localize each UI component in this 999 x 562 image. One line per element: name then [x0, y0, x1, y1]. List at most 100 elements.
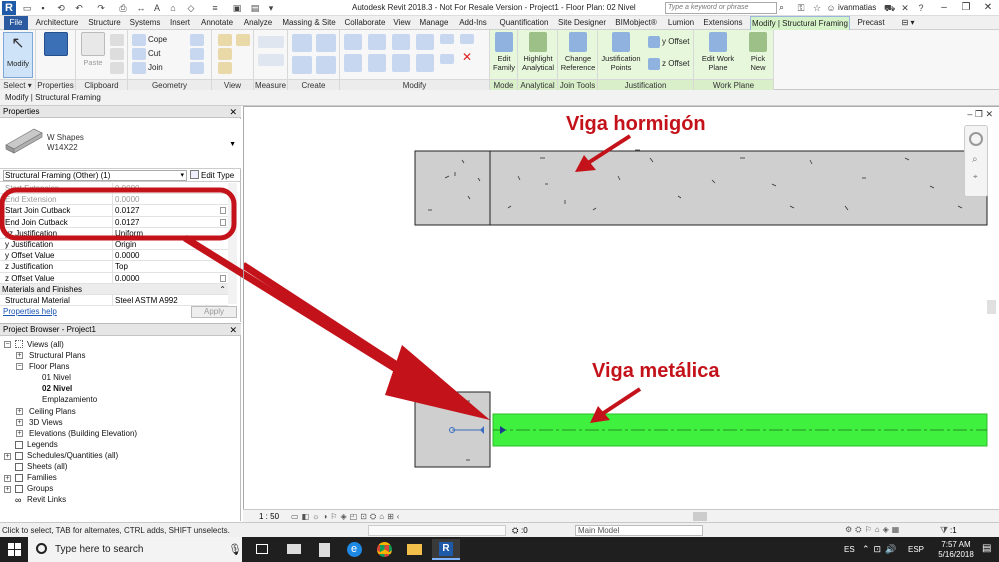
3d-view-icon[interactable]: ⌂ — [168, 3, 178, 13]
system-tray-icons[interactable]: ⌃⊡🔊 — [862, 544, 900, 555]
worksets-icon[interactable]: ⛭ — [512, 526, 518, 536]
open-icon[interactable]: ▭ — [22, 3, 32, 13]
tree-structural-plans[interactable]: Structural Plans — [29, 351, 85, 361]
tab-analyze[interactable]: Analyze — [241, 16, 275, 30]
hide-in-view-icon[interactable] — [218, 34, 232, 46]
tree-ceiling-plans[interactable]: Ceiling Plans — [29, 407, 76, 417]
restore-icon[interactable]: ❐ — [955, 0, 977, 15]
tree-families[interactable]: Families — [27, 473, 57, 483]
mirror-axis-icon[interactable] — [392, 34, 410, 50]
tab-systems[interactable]: Systems — [127, 16, 163, 30]
tab-manage[interactable]: Manage — [417, 16, 451, 30]
tree-elevations[interactable]: Elevations (Building Elevation) — [29, 429, 137, 439]
clock-date[interactable]: 5/16/2018 — [936, 550, 976, 559]
match-type-icon[interactable] — [110, 62, 124, 74]
collapse-icon[interactable]: − — [16, 363, 23, 370]
tab-extensions[interactable]: Extensions — [701, 16, 745, 30]
expand-icon[interactable]: + — [16, 419, 23, 426]
revit-logo-icon[interactable]: R — [2, 1, 16, 15]
horizontal-scroll-thumb[interactable] — [693, 512, 707, 521]
paste-button[interactable]: Paste — [79, 32, 107, 67]
tree-schedules[interactable]: Schedules/Quantities (all) — [27, 451, 118, 461]
properties-button[interactable] — [41, 32, 71, 58]
close-icon[interactable]: ✕ — [229, 106, 237, 118]
design-option-select[interactable]: Main Model — [575, 525, 703, 536]
clock-time[interactable]: 7:57 AM — [940, 540, 972, 549]
tree-legends[interactable]: Legends — [27, 440, 58, 450]
tab-architecture[interactable]: Architecture — [32, 16, 82, 30]
tree-02-nivel[interactable]: 02 Nivel — [42, 384, 72, 394]
close-icon[interactable]: ✕ — [977, 0, 999, 15]
tab-massing-site[interactable]: Massing & Site — [279, 16, 339, 30]
prop-value[interactable]: 0.0000 — [112, 272, 220, 284]
chevron-down-icon[interactable]: ▼ — [229, 141, 236, 148]
view-option-icon[interactable] — [236, 34, 250, 46]
paint-icon[interactable] — [190, 34, 204, 46]
selection-option-icons[interactable]: ⚙⛭⚐⌂◈▦ — [845, 525, 902, 535]
ribbon-toggle-icon[interactable]: ⊟ ▾ — [896, 16, 920, 30]
tag-icon[interactable]: A — [152, 3, 162, 13]
apply-button[interactable]: Apply — [191, 306, 237, 318]
save-icon[interactable]: ▪ — [38, 3, 48, 13]
split-face-icon[interactable] — [190, 48, 204, 60]
revit-app-icon[interactable]: R — [432, 539, 460, 560]
prop-value[interactable]: Top — [112, 261, 220, 273]
join-icon[interactable] — [132, 62, 146, 74]
mirror-draw-icon[interactable] — [416, 34, 434, 50]
tree-01-nivel[interactable]: 01 Nivel — [42, 373, 71, 383]
pick-new-button[interactable]: Pick New — [744, 32, 772, 72]
prop-row-structural-material[interactable]: Structural MaterialSteel ASTM A992▼ — [0, 294, 236, 307]
create-parts-icon[interactable] — [316, 34, 336, 52]
workset-select[interactable] — [368, 525, 506, 536]
tree-groups[interactable]: Groups — [27, 484, 53, 494]
modify-button[interactable]: ↖ Modify — [3, 32, 33, 78]
file-explorer-app-icon[interactable] — [400, 539, 428, 560]
prop-value[interactable]: Steel ASTM A992 — [112, 294, 220, 306]
canvas-scrollbar[interactable] — [987, 300, 996, 314]
delete-icon[interactable]: ✕ — [462, 51, 472, 63]
create-assembly-icon[interactable] — [292, 34, 312, 52]
minimize-icon[interactable]: – — [933, 0, 955, 15]
copy-clipboard-icon[interactable] — [110, 48, 124, 60]
taskbar-search-box[interactable]: Type here to search 🎙 — [28, 537, 242, 562]
cope-icon[interactable] — [132, 34, 146, 46]
tab-bimobject[interactable]: BIMobject® — [611, 16, 661, 30]
windows-start-icon[interactable] — [8, 543, 21, 556]
redo-icon[interactable]: ↷ — [96, 3, 106, 13]
tree-3d-views[interactable]: 3D Views — [29, 418, 63, 428]
tree-emplazamiento[interactable]: Emplazamiento — [42, 395, 97, 405]
concrete-beam-section[interactable] — [414, 150, 491, 226]
expand-icon[interactable]: + — [4, 453, 11, 460]
join-button[interactable]: Join — [148, 63, 163, 73]
tab-quantification[interactable]: Quantification — [495, 16, 553, 30]
close-hidden-icon[interactable]: ▣ — [232, 3, 242, 13]
edit-type-button[interactable]: Edit Type — [190, 170, 238, 181]
edit-family-button[interactable]: Edit Family — [491, 32, 517, 72]
edge-app-icon[interactable]: e — [340, 539, 368, 560]
sync-icon[interactable]: ⟲ — [56, 3, 66, 13]
expand-icon[interactable]: + — [16, 430, 23, 437]
view-scale[interactable]: 1 : 50 — [259, 512, 279, 521]
tree-revit-links[interactable]: Revit Links — [27, 495, 66, 505]
measure-distance-icon[interactable] — [258, 36, 284, 48]
tab-file[interactable]: File — [4, 16, 28, 30]
justification-points-button[interactable]: Justification Points — [599, 32, 643, 72]
edit-work-plane-button[interactable]: Edit Work Plane — [696, 32, 740, 72]
change-reference-button[interactable]: Change Reference — [559, 32, 597, 72]
chrome-app-icon[interactable] — [370, 539, 398, 560]
cut-button[interactable]: Cut — [148, 49, 160, 59]
prop-section-materials[interactable]: Materials and Finishes ⌃ — [0, 283, 228, 295]
calculator-app-icon[interactable] — [310, 539, 338, 560]
help-search-input[interactable]: Type a keyword or phrase — [665, 2, 777, 14]
filter-icon[interactable]: ⧩ — [940, 525, 948, 536]
qat-dropdown-icon[interactable]: ▾ — [266, 3, 276, 13]
tab-insert[interactable]: Insert — [167, 16, 193, 30]
undo-icon[interactable]: ↶ — [74, 3, 84, 13]
instance-filter-select[interactable]: Structural Framing (Other) (1) ▾ — [3, 170, 187, 181]
prop-row-z-offset-value[interactable]: z Offset Value 0.0000 — [0, 272, 228, 284]
thin-lines-icon[interactable]: ≡ — [210, 3, 220, 13]
prop-value[interactable]: 0.0000 — [112, 250, 220, 262]
offset-icon[interactable] — [368, 34, 386, 50]
tab-modify-structural-framing[interactable]: Modify | Structural Framing — [750, 16, 850, 31]
tray-language[interactable]: ES — [844, 545, 855, 554]
